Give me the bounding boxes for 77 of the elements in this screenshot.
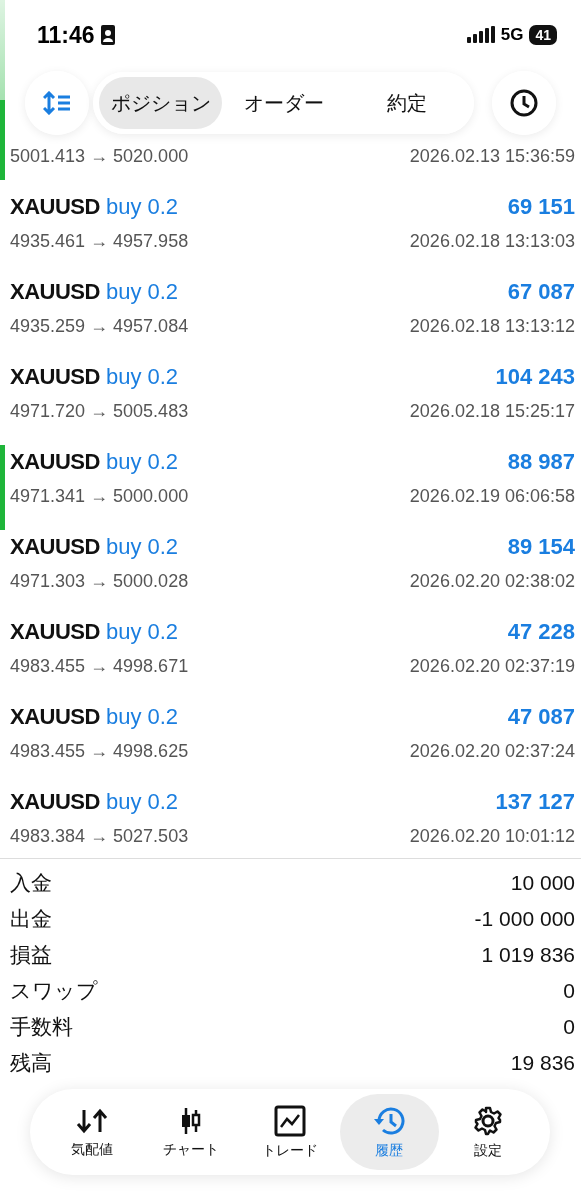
trade-side: buy 0.2 xyxy=(105,449,179,474)
symbol: XAUUSD xyxy=(10,534,100,559)
price-range: 4983.384 → 5027.503 xyxy=(10,825,189,847)
summary-label: 出金 xyxy=(10,906,52,932)
trade-side: buy 0.2 xyxy=(105,364,179,389)
deal-time: 2026.02.18 13:13:12 xyxy=(409,315,575,337)
profit: 69 151 xyxy=(507,194,575,220)
profit: 47 228 xyxy=(507,619,575,645)
deal-row[interactable]: XAUUSD buy 0.2 67 087 4935.259 → 4957.084 2026.02.18 13:13:12 xyxy=(0,275,581,360)
deal-time: 2026.02.13 15:36:59 xyxy=(409,145,575,167)
summary-value: 0 xyxy=(563,1015,575,1039)
line-chart-icon xyxy=(274,1104,306,1137)
symbol: XAUUSD xyxy=(10,364,100,389)
symbol: XAUUSD xyxy=(10,279,100,304)
symbol: XAUUSD xyxy=(10,619,100,644)
profit: 67 087 xyxy=(507,279,575,305)
deal-time: 2026.02.20 02:38:02 xyxy=(409,570,575,592)
summary-value: 10 000 xyxy=(510,871,575,895)
price-range: 4935.461 → 4957.958 xyxy=(10,230,189,252)
deal-row[interactable]: XAUUSD buy 0.2 47 087 4983.455 → 4998.625 2026.02.20 02:37:24 xyxy=(0,700,581,785)
price-range: 4935.259 → 4957.084 xyxy=(10,315,189,337)
trade-side: buy 0.2 xyxy=(105,789,179,814)
summary-value: -1 000 000 xyxy=(474,907,575,931)
summary-value: 1 019 836 xyxy=(481,943,575,967)
symbol: XAUUSD xyxy=(10,449,100,474)
tab[interactable]: オーダー xyxy=(222,77,345,129)
price-range: 4983.455 → 4998.671 xyxy=(10,655,189,677)
tab[interactable]: ポジション xyxy=(99,77,222,129)
symbol: XAUUSD xyxy=(10,789,100,814)
battery-icon: 41 xyxy=(529,25,557,45)
deal-time: 2026.02.18 13:13:03 xyxy=(409,230,575,252)
profit: 89 154 xyxy=(507,534,575,560)
deal-time: 2026.02.19 06:06:58 xyxy=(409,485,575,507)
summary-value: 19 836 xyxy=(510,1051,575,1075)
profit: 104 243 xyxy=(495,364,575,390)
trade-side: buy 0.2 xyxy=(105,534,179,559)
price-range: 4971.303 → 5000.028 xyxy=(10,570,189,592)
summary-value: 0 xyxy=(563,979,575,1003)
deal-time: 2026.02.18 15:25:17 xyxy=(409,400,575,422)
deal-row[interactable]: XAUUSD buy 0.2 47 228 4983.455 → 4998.671 2026.02.20 02:37:19 xyxy=(0,615,581,700)
price-range: 4971.341 → 5000.000 xyxy=(10,485,189,507)
deal-row[interactable]: XAUUSD buy 0.2 69 151 4935.461 → 4957.958 2026.02.18 13:13:03 xyxy=(0,190,581,275)
clock-icon xyxy=(509,88,539,118)
trade-side: buy 0.2 xyxy=(105,619,179,644)
summary-label: 手数料 xyxy=(10,1014,73,1040)
deal-row[interactable]: XAUUSD buy 0.2 104 243 4971.720 → 5005.483 2026.02.18 15:25:17 xyxy=(0,360,581,445)
symbol: XAUUSD xyxy=(10,704,100,729)
trade-side: buy 0.2 xyxy=(105,194,179,219)
trade-side: buy 0.2 xyxy=(105,704,179,729)
nav-tab[interactable]: 設定 xyxy=(438,1094,538,1170)
deal-time: 2026.02.20 02:37:19 xyxy=(409,655,575,677)
profit: 88 987 xyxy=(507,449,575,475)
price-range: 4971.720 → 5005.483 xyxy=(10,400,189,422)
nav-tab[interactable]: チャート xyxy=(141,1094,241,1170)
clock-time: 11:46 xyxy=(37,21,95,49)
trade-side: buy 0.2 xyxy=(105,279,179,304)
price-range: 5001.413 → 5020.000 xyxy=(10,145,189,167)
nav-tab[interactable]: 気配値 xyxy=(42,1094,142,1170)
sort-icon xyxy=(43,91,71,115)
deal-row[interactable]: XAUUSD buy 0.2 137 127 4983.384 → 5027.503 2026.02.20 10:01:12 xyxy=(0,785,581,870)
price-range: 4983.455 → 4998.625 xyxy=(10,740,189,762)
nav-tab[interactable]: トレード xyxy=(240,1094,340,1170)
signal-icon xyxy=(466,26,495,44)
nav-tab[interactable]: 履歴 xyxy=(339,1094,439,1170)
deal-row[interactable]: XAUUSD buy 0.2 89 154 4971.303 → 5000.028 2026.02.20 02:38:02 xyxy=(0,530,581,615)
summary-label: スワップ xyxy=(10,978,98,1004)
summary-label: 入金 xyxy=(10,870,52,896)
deal-time: 2026.02.20 10:01:12 xyxy=(409,825,575,847)
symbol: XAUUSD xyxy=(10,194,100,219)
summary-label: 残高 xyxy=(10,1050,52,1076)
network-type: 5G xyxy=(500,25,524,45)
profit: 137 127 xyxy=(495,789,575,815)
tab[interactable]: 約定 xyxy=(345,77,468,129)
summary-label: 損益 xyxy=(10,942,52,968)
settings-icon xyxy=(472,1104,505,1137)
deal-time: 2026.02.20 02:37:24 xyxy=(409,740,575,762)
profit: 47 087 xyxy=(507,704,575,730)
